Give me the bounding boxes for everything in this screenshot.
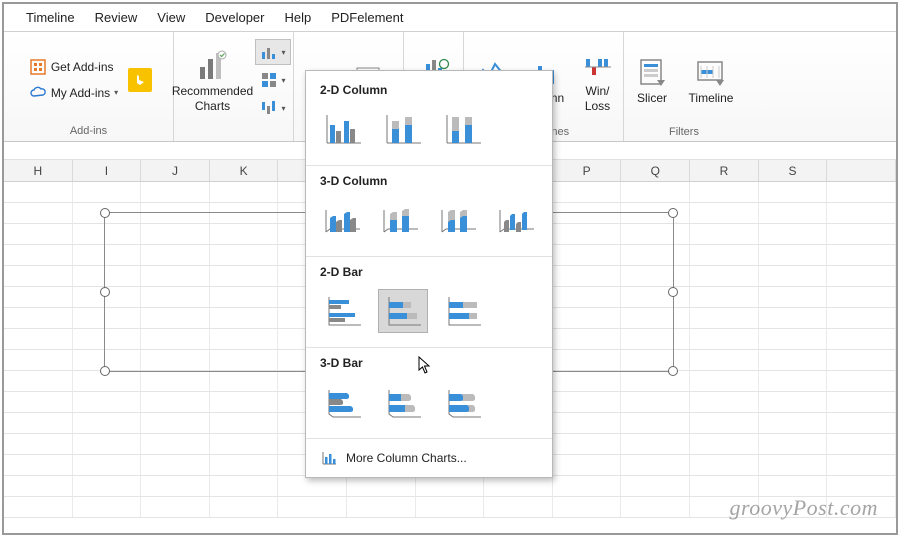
waterfall-chart-dropdown[interactable]: ▾ bbox=[255, 95, 291, 121]
hierarchy-chart-icon bbox=[259, 70, 279, 90]
column-chart-icon bbox=[320, 449, 338, 467]
col-header[interactable] bbox=[827, 160, 896, 181]
sparkline-winloss-icon bbox=[581, 49, 615, 83]
resize-handle[interactable] bbox=[100, 366, 110, 376]
chart-3d-stacked-bar[interactable] bbox=[378, 380, 428, 424]
timeline-button[interactable]: Timeline bbox=[682, 36, 740, 124]
get-addins-label: Get Add-ins bbox=[51, 60, 114, 74]
store-icon bbox=[29, 58, 47, 76]
more-column-charts[interactable]: More Column Charts... bbox=[306, 443, 552, 473]
bing-maps-button[interactable] bbox=[128, 68, 152, 92]
get-addins-button[interactable]: Get Add-ins bbox=[25, 56, 122, 78]
tab-view[interactable]: View bbox=[147, 6, 195, 29]
recommended-charts-icon bbox=[196, 49, 230, 83]
chart-3d-column[interactable] bbox=[492, 198, 540, 242]
chart-100-stacked-column[interactable] bbox=[438, 107, 488, 151]
column-chart-dropdown[interactable]: ▾ bbox=[255, 39, 291, 65]
sparkline-winloss-l1: Win/ bbox=[586, 85, 610, 98]
col-header[interactable]: J bbox=[141, 160, 210, 181]
chart-3d-100-stacked-column[interactable] bbox=[434, 198, 482, 242]
tab-pdfelement[interactable]: PDFelement bbox=[321, 6, 413, 29]
group-filters-label: Filters bbox=[669, 124, 699, 140]
line-chart-dropdown[interactable]: ▾ bbox=[255, 67, 291, 93]
resize-handle[interactable] bbox=[668, 208, 678, 218]
col-header[interactable]: R bbox=[690, 160, 759, 181]
chart-3d-clustered-column[interactable] bbox=[318, 198, 366, 242]
chart-100-stacked-bar[interactable] bbox=[438, 289, 488, 333]
cloud-icon bbox=[29, 84, 47, 102]
chevron-down-icon: ▾ bbox=[114, 88, 118, 97]
chevron-down-icon: ▾ bbox=[281, 76, 285, 85]
sparkline-winloss-button[interactable]: Win/ Loss bbox=[576, 36, 620, 124]
chart-stacked-bar[interactable] bbox=[378, 289, 428, 333]
my-addins-button[interactable]: My Add-ins ▾ bbox=[25, 82, 122, 104]
my-addins-label: My Add-ins bbox=[51, 86, 110, 100]
recommended-charts-label1: Recommended bbox=[172, 85, 253, 98]
timeline-icon bbox=[694, 56, 728, 90]
resize-handle[interactable] bbox=[100, 208, 110, 218]
col-header[interactable]: P bbox=[553, 160, 622, 181]
sparkline-winloss-l2: Loss bbox=[585, 100, 610, 113]
chart-3d-stacked-column[interactable] bbox=[376, 198, 424, 242]
tab-developer[interactable]: Developer bbox=[195, 6, 274, 29]
chart-3d-100-stacked-bar[interactable] bbox=[438, 380, 488, 424]
slicer-label: Slicer bbox=[637, 92, 667, 105]
column-chart-icon bbox=[259, 42, 279, 62]
resize-handle[interactable] bbox=[668, 287, 678, 297]
section-2d-column: 2-D Column bbox=[306, 79, 552, 105]
waterfall-chart-icon bbox=[259, 98, 279, 118]
chart-clustered-bar[interactable] bbox=[318, 289, 368, 333]
bing-icon bbox=[133, 73, 147, 87]
section-3d-bar: 3-D Bar bbox=[306, 352, 552, 378]
tab-review[interactable]: Review bbox=[85, 6, 148, 29]
ribbon-tabs: Timeline Review View Developer Help PDFe… bbox=[4, 4, 896, 32]
group-charts: Recommended Charts ▾ ▾ ▾ bbox=[174, 32, 294, 141]
slicer-icon bbox=[635, 56, 669, 90]
col-header[interactable]: K bbox=[210, 160, 279, 181]
recommended-charts-button[interactable]: Recommended Charts bbox=[177, 36, 249, 124]
section-2d-bar: 2-D Bar bbox=[306, 261, 552, 287]
section-3d-column: 3-D Column bbox=[306, 170, 552, 196]
chart-3d-clustered-bar[interactable] bbox=[318, 380, 368, 424]
col-header[interactable]: Q bbox=[621, 160, 690, 181]
more-column-charts-label: More Column Charts... bbox=[346, 451, 467, 465]
chevron-down-icon: ▾ bbox=[281, 48, 285, 57]
col-header[interactable]: I bbox=[73, 160, 142, 181]
group-filters: Slicer Timeline Filters bbox=[624, 32, 744, 141]
tab-timeline[interactable]: Timeline bbox=[16, 6, 85, 29]
insert-column-chart-dropdown-panel: 2-D Column 3-D Column bbox=[305, 70, 553, 478]
chart-clustered-column[interactable] bbox=[318, 107, 368, 151]
timeline-label: Timeline bbox=[689, 92, 734, 105]
resize-handle[interactable] bbox=[100, 287, 110, 297]
group-addins-label: Add-ins bbox=[70, 123, 107, 139]
col-header[interactable]: S bbox=[759, 160, 828, 181]
watermark: groovyPost.com bbox=[729, 495, 878, 521]
recommended-charts-label2: Charts bbox=[195, 100, 230, 113]
col-header[interactable]: H bbox=[4, 160, 73, 181]
tab-help[interactable]: Help bbox=[275, 6, 322, 29]
chevron-down-icon: ▾ bbox=[281, 104, 285, 113]
group-addins: Get Add-ins My Add-ins ▾ Ad bbox=[4, 32, 174, 141]
slicer-button[interactable]: Slicer bbox=[628, 36, 676, 124]
chart-stacked-column[interactable] bbox=[378, 107, 428, 151]
resize-handle[interactable] bbox=[668, 366, 678, 376]
